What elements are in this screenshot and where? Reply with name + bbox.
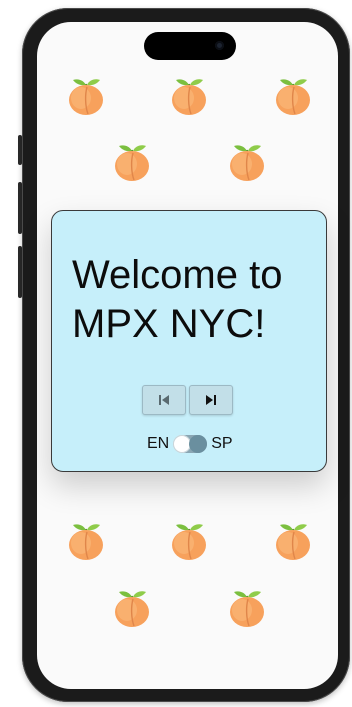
previous-button[interactable] — [142, 385, 186, 415]
skip-previous-icon — [159, 395, 169, 405]
camera-icon — [215, 41, 224, 50]
language-label-sp: SP — [211, 435, 233, 452]
peach-icon — [228, 588, 266, 628]
app-stage: Welcome to MPX NYC! EN SP — [0, 0, 352, 707]
toggle-knob-on — [189, 435, 208, 453]
peach-icon — [228, 142, 266, 182]
language-switch-row: EN SP — [147, 433, 233, 455]
peach-icon — [113, 142, 151, 182]
dynamic-island — [144, 32, 236, 60]
peach-icon — [67, 76, 105, 116]
welcome-title: Welcome to MPX NYC! — [72, 253, 283, 346]
welcome-card: Welcome to MPX NYC! EN SP — [51, 210, 327, 472]
next-button[interactable] — [189, 385, 233, 415]
language-toggle[interactable] — [173, 435, 208, 453]
peach-icon — [274, 76, 312, 116]
peach-icon — [274, 521, 312, 561]
peach-icon — [170, 521, 208, 561]
language-label-en: EN — [147, 435, 170, 452]
peach-icon — [113, 588, 151, 628]
peach-icon — [67, 521, 105, 561]
play-next-icon — [206, 395, 216, 405]
peach-icon — [170, 76, 208, 116]
